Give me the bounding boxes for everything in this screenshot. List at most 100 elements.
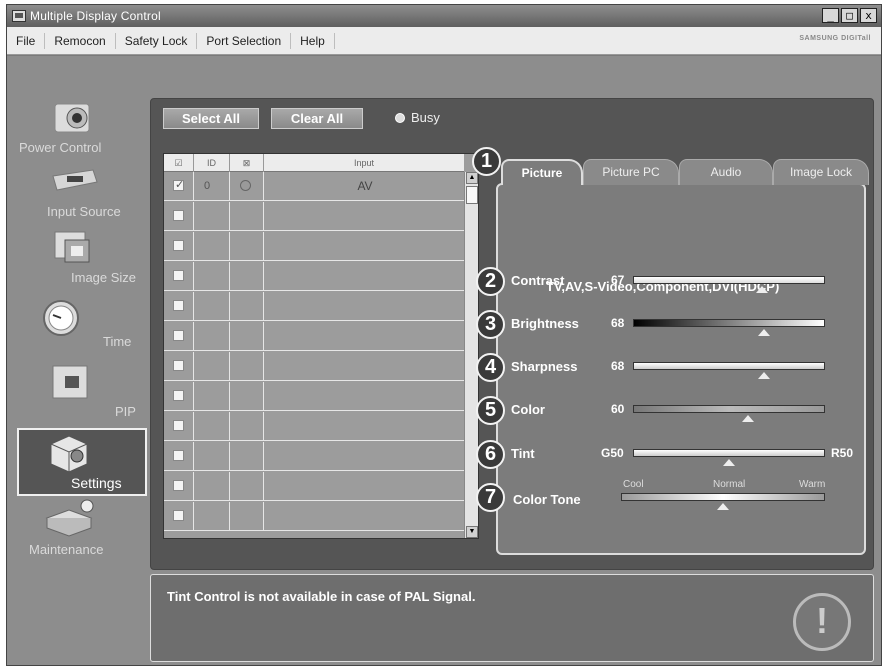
brightness-slider[interactable]	[633, 319, 825, 327]
status-cell	[230, 412, 264, 441]
contrast-slider[interactable]	[633, 276, 825, 284]
color-slider-handle[interactable]	[742, 415, 755, 422]
row-checkbox[interactable]	[173, 450, 184, 461]
row-checkbox[interactable]	[173, 270, 184, 281]
tab-audio[interactable]: Audio	[679, 159, 773, 185]
row-checkbox[interactable]	[173, 360, 184, 371]
contrast-slider-handle[interactable]	[755, 286, 768, 293]
callout-badge: 2	[476, 267, 505, 296]
busy-indicator-icon	[395, 113, 405, 123]
color-tone-label: Color Tone	[513, 492, 581, 507]
table-row[interactable]	[164, 262, 464, 291]
menu-file[interactable]: File	[7, 32, 46, 49]
row-checkbox[interactable]	[173, 330, 184, 341]
color-slider[interactable]	[633, 405, 825, 413]
table-row[interactable]	[164, 442, 464, 471]
window-title: Multiple Display Control	[30, 9, 161, 23]
tab-picture-pc[interactable]: Picture PC	[583, 159, 679, 185]
menu-remocon[interactable]: Remocon	[45, 32, 116, 49]
row-checkbox[interactable]	[173, 300, 184, 311]
nav-input-source[interactable]: Input Source	[17, 160, 147, 224]
contrast-label: Contrast	[511, 273, 565, 288]
status-cell	[230, 352, 264, 381]
maintenance-icon	[45, 499, 94, 537]
table-row[interactable]	[164, 382, 464, 411]
row-id: 0	[204, 180, 211, 192]
nav-settings[interactable]: Settings	[17, 428, 147, 496]
id-cell	[194, 172, 230, 201]
status-column-header: ⊠	[230, 154, 264, 172]
table-row[interactable]	[164, 202, 464, 231]
app-window: Multiple Display Control _ □ x File Remo…	[6, 4, 882, 666]
minimize-button[interactable]: _	[822, 8, 839, 23]
row-checkbox[interactable]	[173, 510, 184, 521]
nav-pip[interactable]: PIP	[17, 358, 147, 422]
table-row[interactable]	[164, 322, 464, 351]
tint-left-value: G50	[601, 446, 624, 460]
nav-power-control[interactable]: Power Control	[17, 96, 147, 160]
row-checkbox[interactable]	[173, 390, 184, 401]
select-column-header[interactable]: ☑	[164, 154, 194, 172]
row-input-source: AV	[357, 179, 373, 193]
row-checkbox[interactable]	[173, 420, 184, 431]
maximize-button[interactable]: □	[841, 8, 858, 23]
clear-all-button[interactable]: Clear All	[271, 108, 363, 129]
tint-slider	[633, 449, 825, 457]
callout-badge: 5	[476, 396, 505, 425]
sharpness-slider[interactable]	[633, 362, 825, 370]
status-cell	[230, 262, 264, 291]
image-size-icon	[54, 231, 90, 263]
id-cell	[194, 262, 230, 291]
select-all-button[interactable]: Select All	[163, 108, 259, 129]
row-checkbox[interactable]	[173, 210, 184, 221]
menu-safety-lock[interactable]: Safety Lock	[116, 32, 198, 49]
nav-image-size[interactable]: Image Size	[17, 226, 147, 290]
nav-label: Maintenance	[29, 542, 104, 557]
brightness-value: 68	[611, 316, 625, 330]
table-row[interactable]	[164, 502, 464, 531]
color-tone-slider[interactable]	[621, 493, 825, 501]
id-cell	[194, 232, 230, 261]
message-box: Tint Control is not available in case of…	[150, 574, 874, 662]
tone-cool-label: Cool	[623, 479, 644, 490]
row-checkbox[interactable]	[173, 178, 184, 191]
input-column-header: Input	[353, 158, 375, 168]
clock-icon	[43, 300, 79, 336]
table-row[interactable]	[164, 292, 464, 321]
row-checkbox[interactable]	[173, 480, 184, 491]
sharpness-value: 68	[611, 359, 625, 373]
scroll-down-icon[interactable]: ▼	[466, 526, 478, 538]
menu-help[interactable]: Help	[291, 32, 335, 49]
status-cell	[230, 322, 264, 351]
tab-picture[interactable]: Picture	[501, 159, 583, 185]
id-cell	[194, 502, 230, 531]
nav-time[interactable]: Time	[17, 292, 147, 356]
grid-scrollbar[interactable]: ▲ ▼	[464, 172, 478, 538]
table-row[interactable]: 0 AV	[164, 172, 464, 201]
close-button[interactable]: x	[860, 8, 877, 23]
id-cell	[194, 472, 230, 501]
callout-badge: 6	[476, 440, 505, 469]
tone-normal-label: Normal	[713, 479, 746, 490]
sharpness-slider-handle[interactable]	[757, 372, 770, 379]
table-row[interactable]	[164, 352, 464, 381]
table-row[interactable]	[164, 412, 464, 441]
status-cell	[230, 472, 264, 501]
tone-warm-label: Warm	[799, 479, 826, 490]
brightness-slider-handle[interactable]	[757, 329, 770, 336]
nav-maintenance[interactable]: Maintenance	[17, 496, 147, 560]
id-cell	[194, 292, 230, 321]
callout-badge: 4	[476, 353, 505, 382]
row-checkbox[interactable]	[173, 240, 184, 251]
color-tone-slider-handle[interactable]	[717, 503, 729, 510]
menu-port-selection[interactable]: Port Selection	[197, 32, 292, 49]
table-row[interactable]	[164, 472, 464, 501]
status-cell	[230, 382, 264, 411]
tab-image-lock[interactable]: Image Lock	[773, 159, 869, 185]
color-label: Color	[511, 402, 545, 417]
busy-label: Busy	[411, 110, 440, 125]
table-row[interactable]	[164, 232, 464, 261]
scroll-thumb[interactable]	[466, 186, 478, 204]
id-cell	[194, 352, 230, 381]
scroll-up-icon[interactable]: ▲	[466, 172, 478, 184]
